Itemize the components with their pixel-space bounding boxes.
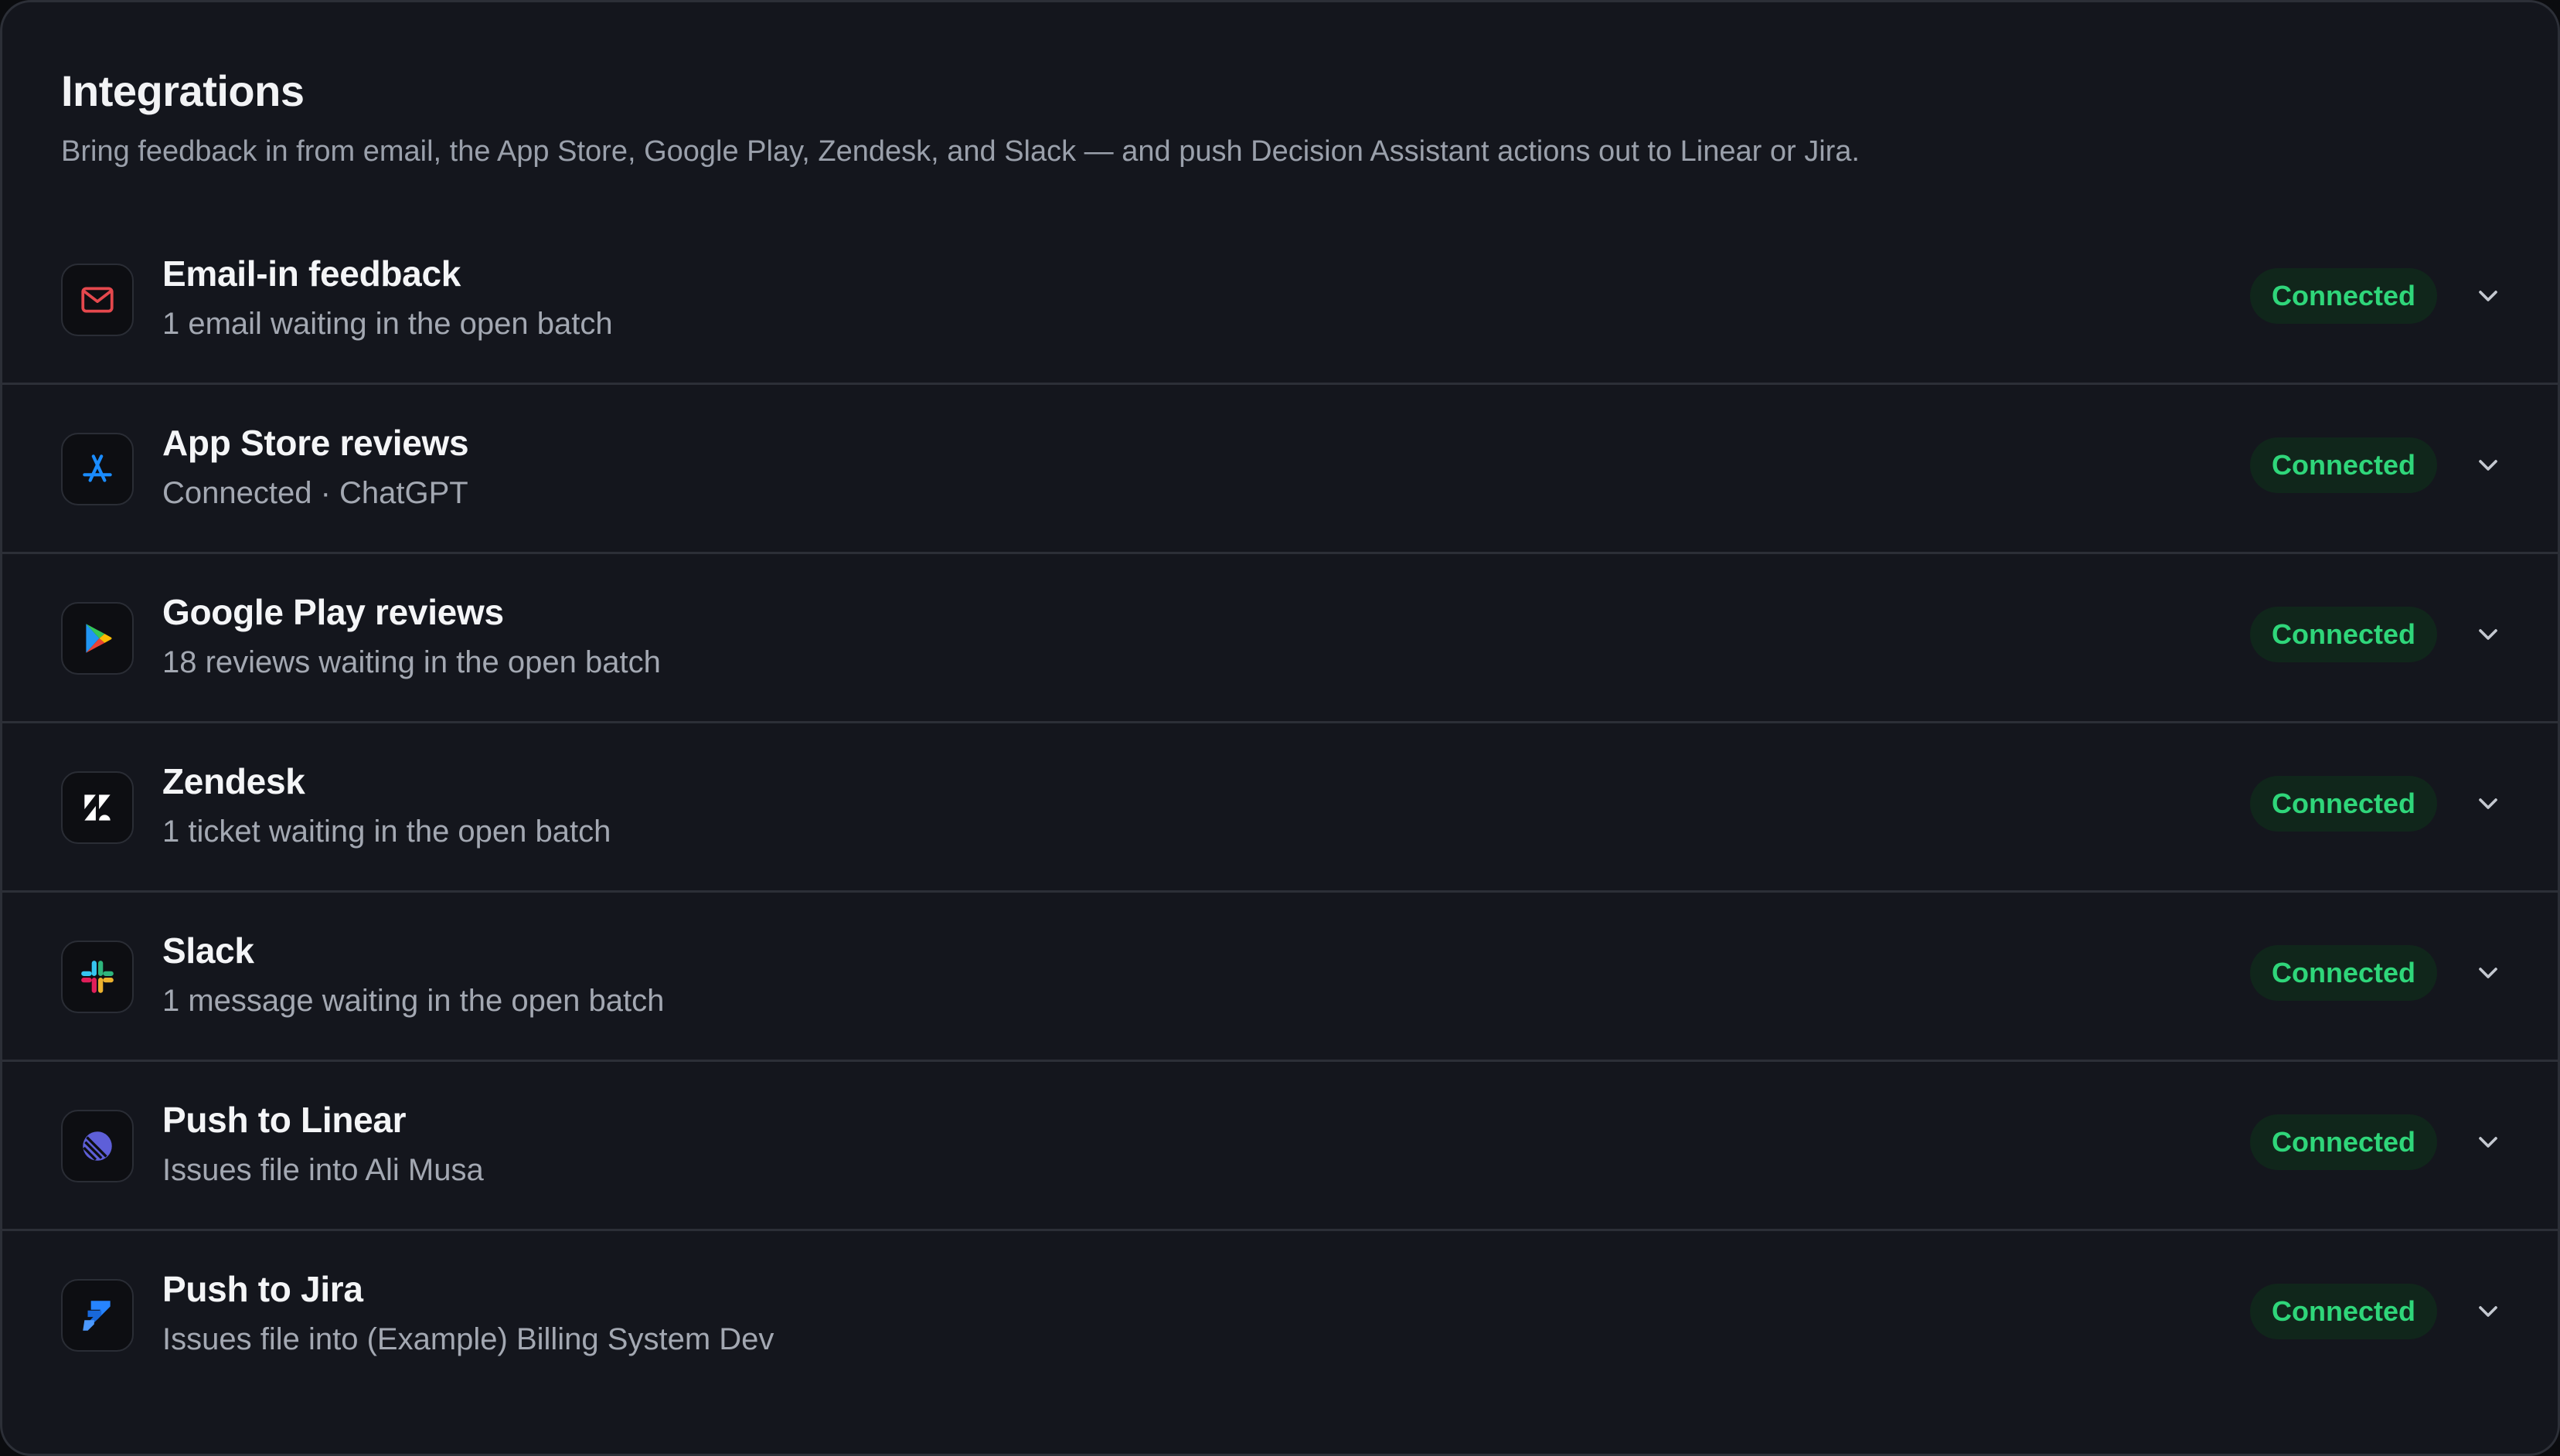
- mail-icon: [61, 264, 134, 336]
- integration-title: Google Play reviews: [162, 592, 504, 632]
- chevron-down-icon[interactable]: [2473, 450, 2504, 481]
- integration-text: Google Play reviews 18 reviews waiting i…: [162, 588, 661, 685]
- integration-row-app-store[interactable]: App Store reviews Connected · ChatGPT Co…: [2, 385, 2558, 554]
- slack-icon: [61, 941, 134, 1013]
- integration-subtitle: 1 ticket waiting in the open batch: [162, 815, 611, 849]
- integration-row-linear[interactable]: Push to Linear Issues file into Ali Musa…: [2, 1062, 2558, 1231]
- status-badge: Connected: [2249, 607, 2437, 662]
- integration-title: Push to Linear: [162, 1100, 407, 1140]
- integration-row-email[interactable]: Email-in feedback 1 email waiting in the…: [2, 216, 2558, 385]
- integration-title: Slack: [162, 930, 254, 971]
- integration-row-slack[interactable]: Slack 1 message waiting in the open batc…: [2, 893, 2558, 1062]
- jira-icon: [61, 1279, 134, 1352]
- integration-subtitle: Connected · ChatGPT: [162, 476, 468, 510]
- integration-title: Zendesk: [162, 761, 305, 801]
- integration-subtitle: Issues file into Ali Musa: [162, 1153, 484, 1187]
- app-store-icon: [61, 433, 134, 505]
- status-badge: Connected: [2249, 437, 2437, 493]
- chevron-down-icon[interactable]: [2473, 1296, 2504, 1327]
- linear-icon: [61, 1110, 134, 1182]
- chevron-down-icon[interactable]: [2473, 788, 2504, 819]
- integration-text: Slack 1 message waiting in the open batc…: [162, 927, 664, 1024]
- status-badge: Connected: [2249, 945, 2437, 1001]
- page-title: Integrations: [61, 66, 305, 115]
- integration-text: Email-in feedback 1 email waiting in the…: [162, 250, 613, 347]
- integrations-panel: Integrations Bring feedback in from emai…: [0, 0, 2560, 1456]
- integration-text: Zendesk 1 ticket waiting in the open bat…: [162, 757, 611, 855]
- status-badge: Connected: [2249, 1114, 2437, 1170]
- chevron-down-icon[interactable]: [2473, 958, 2504, 988]
- status-badge: Connected: [2249, 268, 2437, 324]
- page-subtitle: Bring feedback in from email, the App St…: [61, 135, 1860, 168]
- integration-row-google-play[interactable]: Google Play reviews 18 reviews waiting i…: [2, 554, 2558, 723]
- status-badge: Connected: [2249, 1284, 2437, 1339]
- integration-text: Push to Linear Issues file into Ali Musa: [162, 1096, 484, 1193]
- chevron-down-icon[interactable]: [2473, 1127, 2504, 1158]
- zendesk-icon: [61, 771, 134, 844]
- integration-subtitle: 18 reviews waiting in the open batch: [162, 645, 661, 679]
- integration-subtitle: 1 email waiting in the open batch: [162, 307, 613, 341]
- integration-row-zendesk[interactable]: Zendesk 1 ticket waiting in the open bat…: [2, 723, 2558, 893]
- integration-row-jira[interactable]: Push to Jira Issues file into (Example) …: [2, 1231, 2558, 1398]
- integration-subtitle: 1 message waiting in the open batch: [162, 984, 665, 1018]
- integration-subtitle: Issues file into (Example) Billing Syste…: [162, 1322, 774, 1356]
- integration-title: Email-in feedback: [162, 253, 461, 294]
- integrations-list: Email-in feedback 1 email waiting in the…: [2, 216, 2558, 1398]
- chevron-down-icon[interactable]: [2473, 281, 2504, 311]
- panel-header: Integrations Bring feedback in from emai…: [61, 56, 1860, 175]
- integration-title: Push to Jira: [162, 1269, 363, 1309]
- status-badge: Connected: [2249, 776, 2437, 832]
- google-play-icon: [61, 602, 134, 675]
- integration-title: App Store reviews: [162, 423, 469, 463]
- integration-text: Push to Jira Issues file into (Example) …: [162, 1265, 774, 1362]
- integration-text: App Store reviews Connected · ChatGPT: [162, 419, 469, 516]
- chevron-down-icon[interactable]: [2473, 619, 2504, 650]
